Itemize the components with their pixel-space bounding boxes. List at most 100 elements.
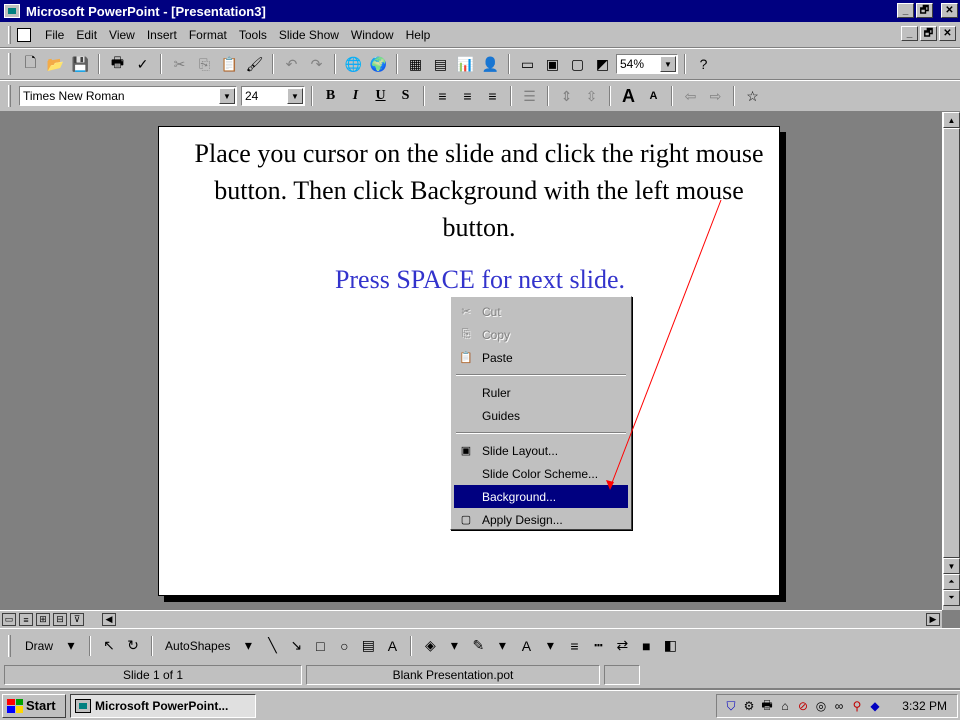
scroll-left-icon[interactable]: ◀ (102, 613, 116, 626)
close-button[interactable]: ✕ (941, 3, 958, 18)
line-tool-icon[interactable]: ╲ (262, 636, 282, 656)
notes-page-view-icon[interactable]: ⊟ (53, 613, 67, 626)
outline-view-icon[interactable]: ≡ (19, 613, 33, 626)
menu-edit[interactable]: Edit (70, 28, 103, 42)
increase-font-size-icon[interactable]: A (617, 85, 640, 107)
arrow-tool-icon[interactable]: ↘ (286, 636, 306, 656)
spelling-icon[interactable]: ✓ (131, 53, 154, 75)
slide-show-view-icon[interactable]: ⊽ (70, 613, 84, 626)
select-objects-icon[interactable]: ↖ (99, 636, 119, 656)
tray-aux-icon[interactable]: ∞ (831, 698, 847, 714)
text-box-icon[interactable]: ▤ (358, 636, 378, 656)
menu-insert[interactable]: Insert (141, 28, 183, 42)
promote-icon[interactable]: ⇦ (679, 85, 702, 107)
chevron-down-icon[interactable]: ▾ (492, 636, 512, 656)
bullets-icon[interactable]: ☰ (518, 85, 541, 107)
toolbar-grip[interactable] (8, 85, 11, 107)
insert-word-table-icon[interactable]: ▦ (404, 53, 427, 75)
shadow-icon[interactable]: S (394, 85, 417, 107)
menu-item-apply-design[interactable]: ▢ Apply Design... (454, 508, 628, 531)
menu-item-guides[interactable]: Guides (454, 404, 628, 427)
fill-color-icon[interactable]: ◈ (420, 636, 440, 656)
align-right-icon[interactable]: ≡ (481, 85, 504, 107)
toolbar-grip[interactable] (8, 53, 11, 75)
print-icon[interactable]: 🖶 (106, 53, 129, 75)
black-white-view-icon[interactable]: ◩ (591, 53, 614, 75)
3d-style-icon[interactable]: ◧ (660, 636, 680, 656)
menu-item-background[interactable]: Background... (454, 485, 628, 508)
zoom-select[interactable]: 54% ▼ (616, 54, 678, 74)
bold-icon[interactable]: B (319, 85, 342, 107)
next-slide-icon[interactable]: ⏷ (943, 590, 960, 606)
chevron-down-icon[interactable]: ▾ (540, 636, 560, 656)
restore-button[interactable]: 🗗 (916, 3, 933, 18)
powerpoint-app-icon[interactable] (4, 4, 20, 18)
doc-close-button[interactable]: ✕ (939, 26, 956, 41)
slide-hint-text[interactable]: Press SPACE for next slide. (159, 265, 801, 295)
save-icon[interactable]: 💾 (69, 53, 92, 75)
align-left-icon[interactable]: ≡ (431, 85, 454, 107)
align-center-icon[interactable]: ≡ (456, 85, 479, 107)
doc-restore-button[interactable]: 🗗 (920, 26, 937, 41)
start-button[interactable]: Start (2, 693, 66, 718)
menubar-grip[interactable] (8, 25, 11, 44)
copy-icon[interactable]: ⎘ (193, 53, 216, 75)
document-control-icon[interactable] (17, 27, 31, 42)
search-icon[interactable]: ⚲ (849, 698, 865, 714)
line-style-icon[interactable]: ≡ (564, 636, 584, 656)
menu-item-ruler[interactable]: Ruler (454, 381, 628, 404)
insert-chart-icon[interactable]: 📊 (454, 53, 477, 75)
rectangle-tool-icon[interactable]: □ (310, 636, 330, 656)
horizontal-scrollbar[interactable]: ▭ ≡ ⊞ ⊟ ⊽ ◀ ▶ (0, 610, 942, 628)
menu-window[interactable]: Window (345, 28, 400, 42)
font-color-icon[interactable]: A (516, 636, 536, 656)
toolbar-grip[interactable] (8, 634, 11, 657)
cut-icon[interactable]: ✂ (168, 53, 191, 75)
open-folder-icon[interactable]: 📂 (44, 53, 67, 75)
font-size-select[interactable]: 24 ▼ (241, 86, 305, 106)
italic-icon[interactable]: I (344, 85, 367, 107)
insert-excel-sheet-icon[interactable]: ▤ (429, 53, 452, 75)
chevron-down-icon[interactable]: ▾ (444, 636, 464, 656)
menu-file[interactable]: File (39, 28, 70, 42)
paste-icon[interactable]: 📋 (218, 53, 241, 75)
shadow-style-icon[interactable]: ■ (636, 636, 656, 656)
stop-icon[interactable]: ⊘ (795, 698, 811, 714)
menu-slide-show[interactable]: Slide Show (273, 28, 345, 42)
scroll-up-icon[interactable]: ▲ (943, 112, 960, 128)
menu-item-copy[interactable]: ⎘ Copy (454, 323, 628, 346)
animation-effects-icon[interactable]: ☆ (741, 85, 764, 107)
new-slide-icon[interactable]: ▭ (516, 53, 539, 75)
printer-icon[interactable]: 🖶 (759, 698, 775, 714)
insert-clip-art-icon[interactable]: 👤 (479, 53, 502, 75)
wordart-icon[interactable]: A (382, 636, 402, 656)
menu-help[interactable]: Help (400, 28, 437, 42)
office-assistant-icon[interactable]: ? (692, 53, 715, 75)
chevron-down-icon[interactable]: ▼ (219, 88, 235, 104)
apply-design-icon[interactable]: ▢ (566, 53, 589, 75)
shield-icon[interactable]: ⛉ (723, 698, 739, 714)
underline-icon[interactable]: U (369, 85, 392, 107)
format-painter-icon[interactable]: 🖌 (243, 53, 266, 75)
doc-minimize-button[interactable]: _ (901, 26, 918, 41)
font-name-select[interactable]: Times New Roman ▼ (19, 86, 237, 106)
vertical-scroll-track[interactable] (943, 128, 960, 558)
increase-spacing-icon[interactable]: ⇕ (555, 85, 578, 107)
demote-icon[interactable]: ⇨ (704, 85, 727, 107)
menu-format[interactable]: Format (183, 28, 233, 42)
normal-view-icon[interactable]: ▭ (2, 613, 16, 626)
draw-menu-button[interactable]: Draw (21, 639, 57, 653)
scroll-right-icon[interactable]: ▶ (926, 613, 940, 626)
slide-sorter-view-icon[interactable]: ⊞ (36, 613, 50, 626)
audio-icon[interactable]: ◎ (813, 698, 829, 714)
dash-style-icon[interactable]: ┅ (588, 636, 608, 656)
menu-view[interactable]: View (103, 28, 141, 42)
redo-icon[interactable]: ↷ (305, 53, 328, 75)
decrease-font-size-icon[interactable]: A (642, 85, 665, 107)
chevron-down-icon[interactable]: ▼ (660, 56, 676, 72)
taskbar-powerpoint-button[interactable]: Microsoft PowerPoint... (70, 693, 256, 718)
arrow-style-icon[interactable]: ⇄ (612, 636, 632, 656)
menu-item-cut[interactable]: ✂ Cut (454, 300, 628, 323)
menu-item-slide-layout[interactable]: ▣ Slide Layout... (454, 439, 628, 462)
undo-icon[interactable]: ↶ (280, 53, 303, 75)
